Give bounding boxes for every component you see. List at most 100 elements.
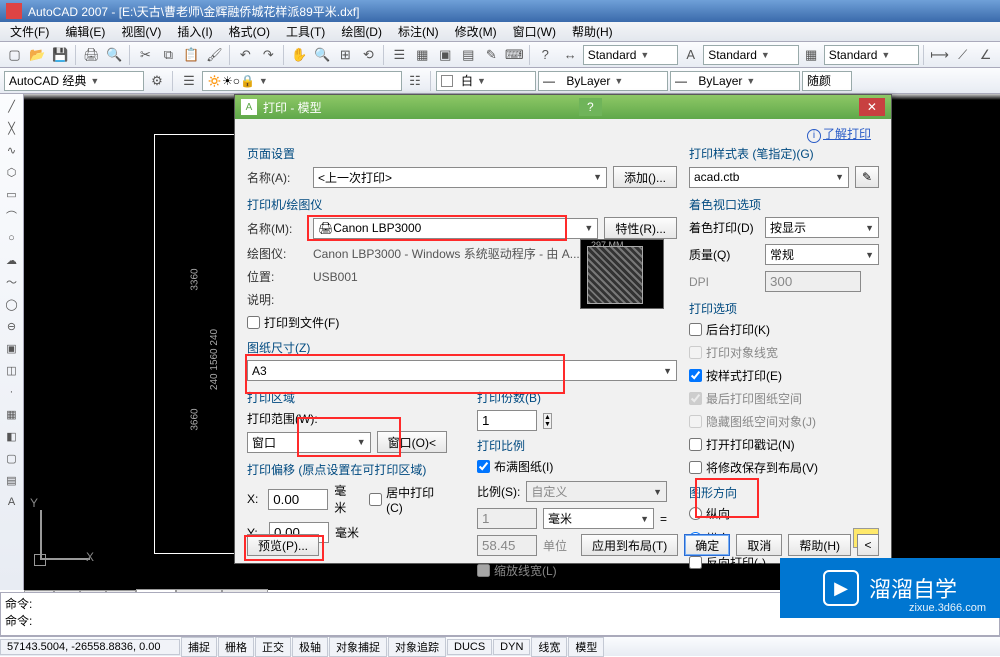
apply-button[interactable]: 应用到布局(T): [581, 534, 678, 556]
dialog-titlebar[interactable]: A 打印 - 模型 ? ✕: [235, 95, 891, 119]
dim-aligned-icon[interactable]: ⟋: [952, 44, 973, 66]
menu-help[interactable]: 帮助(H): [566, 21, 619, 42]
dim-icon[interactable]: ↔: [560, 44, 581, 66]
properties-button[interactable]: 特性(R)...: [604, 217, 677, 239]
snap-toggle[interactable]: 捕捉: [181, 637, 217, 657]
properties-icon[interactable]: ☰: [389, 44, 410, 66]
orient-upside-checkbox[interactable]: [689, 556, 702, 569]
center-checkbox[interactable]: [369, 493, 382, 506]
menu-bar[interactable]: 文件(F) 编辑(E) 视图(V) 插入(I) 格式(O) 工具(T) 绘图(D…: [0, 22, 1000, 42]
copy-icon[interactable]: ⧉: [158, 44, 179, 66]
ellipsearc-icon[interactable]: ⊖: [2, 316, 22, 336]
add-button[interactable]: 添加()...: [613, 166, 677, 188]
markup-icon[interactable]: ✎: [481, 44, 502, 66]
ok-button[interactable]: 确定: [684, 534, 730, 556]
workspace-combo[interactable]: AutoCAD 经典▼: [4, 71, 144, 91]
xline-icon[interactable]: ╳: [2, 118, 22, 138]
menu-tools[interactable]: 工具(T): [280, 21, 331, 42]
menu-view[interactable]: 视图(V): [115, 21, 167, 42]
quality-combo[interactable]: 常规▼: [765, 244, 879, 265]
zoom-icon[interactable]: 🔍: [312, 44, 333, 66]
opt-save-checkbox[interactable]: [689, 461, 702, 474]
mtext-icon[interactable]: A: [2, 492, 22, 512]
open-icon[interactable]: 📂: [27, 44, 48, 66]
style-edit-button[interactable]: ✎: [855, 166, 879, 188]
layer-prev-icon[interactable]: ☷: [404, 70, 426, 92]
textstyle-icon[interactable]: A: [680, 44, 701, 66]
dialog-help-icon[interactable]: ?: [579, 98, 602, 116]
dialog-close-icon[interactable]: ✕: [859, 98, 885, 116]
pan-icon[interactable]: ✋: [289, 44, 310, 66]
menu-insert[interactable]: 插入(I): [171, 21, 218, 42]
polygon-icon[interactable]: ⬡: [2, 162, 22, 182]
opt-plotstyles-checkbox[interactable]: [689, 369, 702, 382]
cut-icon[interactable]: ✂: [135, 44, 156, 66]
undo-icon[interactable]: ↶: [235, 44, 256, 66]
copies-up-icon[interactable]: ▲: [544, 414, 551, 421]
collapse-button[interactable]: <: [857, 534, 879, 556]
dim-linear-icon[interactable]: ⟼: [929, 44, 950, 66]
sheetset-icon[interactable]: ▤: [458, 44, 479, 66]
redo-icon[interactable]: ↷: [258, 44, 279, 66]
shade-combo[interactable]: 按显示▼: [765, 217, 879, 238]
copies-input[interactable]: [477, 410, 537, 431]
otrack-toggle[interactable]: 对象追踪: [388, 637, 446, 657]
linetype-combo[interactable]: — ByLayer▼: [538, 71, 668, 91]
help-button[interactable]: 帮助(H): [788, 534, 851, 556]
opt-background-checkbox[interactable]: [689, 323, 702, 336]
lwt-toggle[interactable]: 线宽: [531, 637, 567, 657]
region-icon[interactable]: ▢: [2, 448, 22, 468]
ellipse-icon[interactable]: ◯: [2, 294, 22, 314]
menu-edit[interactable]: 编辑(E): [59, 21, 111, 42]
learn-plot-link[interactable]: i了解打印: [807, 125, 871, 143]
gradient-icon[interactable]: ◧: [2, 426, 22, 446]
textstyle-combo[interactable]: Standard▼: [703, 45, 798, 65]
match-icon[interactable]: 🖌: [204, 44, 225, 66]
grid-toggle[interactable]: 栅格: [218, 637, 254, 657]
copies-down-icon[interactable]: ▼: [544, 421, 551, 428]
menu-window[interactable]: 窗口(W): [507, 21, 562, 42]
zoom-prev-icon[interactable]: ⟲: [358, 44, 379, 66]
color-combo[interactable]: 白▼: [436, 71, 536, 91]
menu-draw[interactable]: 绘图(D): [335, 21, 388, 42]
block-icon[interactable]: ◫: [2, 360, 22, 380]
lineweight-combo[interactable]: — ByLayer▼: [670, 71, 800, 91]
zoom-window-icon[interactable]: ⊞: [335, 44, 356, 66]
designcenter-icon[interactable]: ▦: [412, 44, 433, 66]
menu-modify[interactable]: 修改(M): [449, 21, 503, 42]
paste-icon[interactable]: 📋: [181, 44, 202, 66]
menu-dimension[interactable]: 标注(N): [392, 21, 445, 42]
offset-x-input[interactable]: [268, 489, 328, 510]
ducs-toggle[interactable]: DUCS: [447, 639, 492, 655]
dyn-toggle[interactable]: DYN: [493, 639, 530, 655]
hatch-icon[interactable]: ▦: [2, 404, 22, 424]
plot-to-file-checkbox[interactable]: [247, 316, 260, 329]
arc-icon[interactable]: ⌒: [2, 206, 22, 226]
plotstyle-combo[interactable]: 随颜: [802, 71, 852, 91]
toolpalettes-icon[interactable]: ▣: [435, 44, 456, 66]
calc-icon[interactable]: ⌨: [504, 44, 525, 66]
tablestyle-combo[interactable]: Standard▼: [824, 45, 919, 65]
dimstyle-combo[interactable]: Standard▼: [583, 45, 678, 65]
new-icon[interactable]: ▢: [4, 44, 25, 66]
menu-file[interactable]: 文件(F): [4, 21, 55, 42]
model-toggle[interactable]: 模型: [568, 637, 604, 657]
point-icon[interactable]: ·: [2, 382, 22, 402]
circle-icon[interactable]: ○: [2, 228, 22, 248]
fit-checkbox[interactable]: [477, 460, 490, 473]
rectangle-icon[interactable]: ▭: [2, 184, 22, 204]
osnap-toggle[interactable]: 对象捕捉: [329, 637, 387, 657]
save-icon[interactable]: 💾: [50, 44, 71, 66]
plot-preview-icon[interactable]: 🔍: [104, 44, 125, 66]
tablestyle-icon[interactable]: ▦: [801, 44, 822, 66]
cancel-button[interactable]: 取消: [736, 534, 782, 556]
opt-stamp-checkbox[interactable]: [689, 438, 702, 451]
layer-manager-icon[interactable]: ☰: [178, 70, 200, 92]
spline-icon[interactable]: ～: [2, 272, 22, 292]
dim-angle-icon[interactable]: ∠: [975, 44, 996, 66]
layer-combo[interactable]: 🔅☀○🔒▼: [202, 71, 402, 91]
table-icon[interactable]: ▤: [2, 470, 22, 490]
line-icon[interactable]: ╱: [2, 96, 22, 116]
insert-icon[interactable]: ▣: [2, 338, 22, 358]
menu-format[interactable]: 格式(O): [223, 21, 276, 42]
